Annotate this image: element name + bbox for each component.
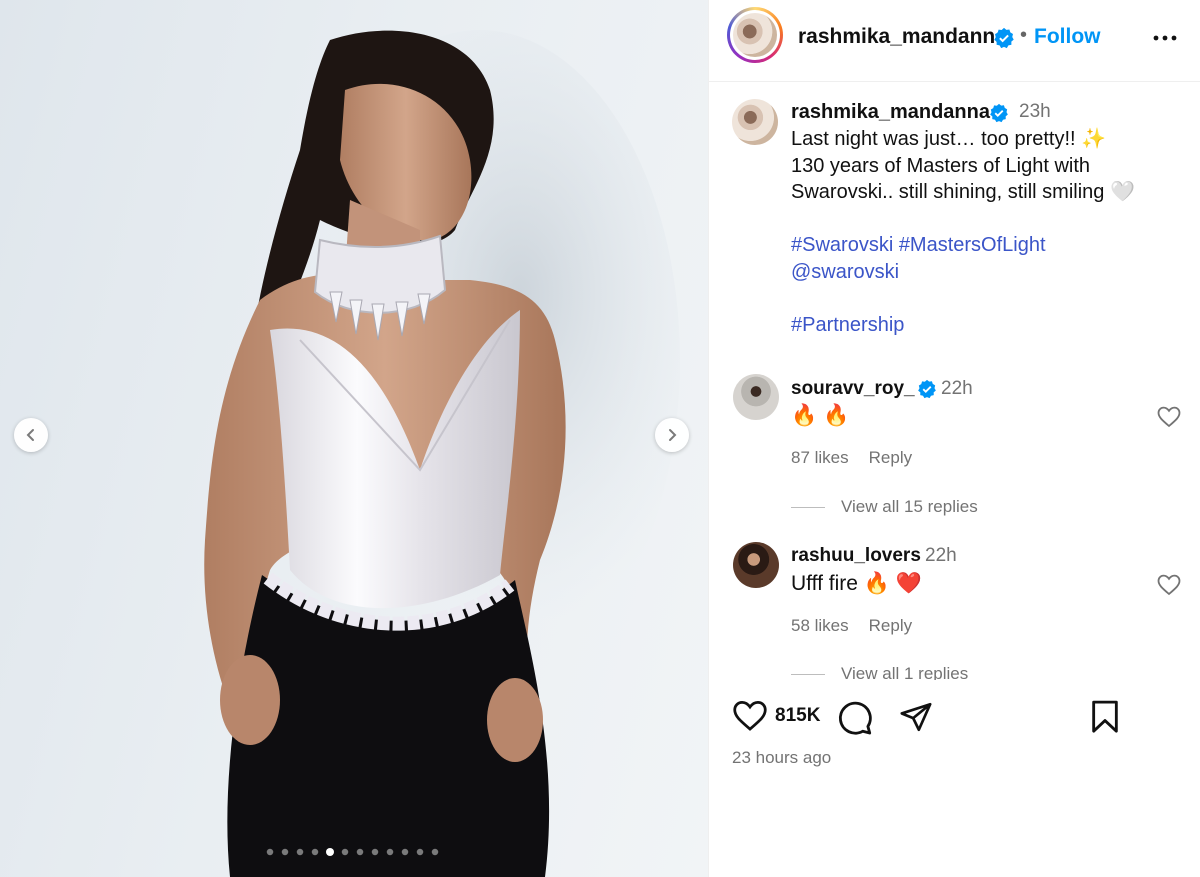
view-replies-label: View all 15 replies — [841, 497, 978, 516]
comment-meta: 58 likes Reply — [791, 616, 912, 636]
bookmark-icon[interactable] — [1090, 700, 1120, 734]
carousel-dot — [371, 848, 379, 856]
chevron-left-icon — [26, 429, 34, 441]
author-avatar[interactable] — [733, 13, 777, 57]
carousel-dot — [281, 848, 289, 856]
caption-avatar[interactable] — [732, 99, 778, 145]
caption-line: Swarovski.. still shining, still smiling… — [791, 181, 1135, 203]
comment-likes[interactable]: 87 likes — [791, 448, 849, 467]
reply-button[interactable]: Reply — [869, 616, 912, 635]
carousel-dot — [341, 848, 349, 856]
post-timestamp: 23 hours ago — [732, 748, 832, 767]
post-media[interactable] — [0, 0, 708, 877]
caption-timestamp: 23h — [1019, 101, 1051, 122]
carousel-dot — [431, 848, 439, 856]
caption-username[interactable]: rashmika_mandanna — [791, 101, 990, 124]
carousel-dot — [416, 848, 424, 856]
comment-like-icon[interactable] — [1157, 574, 1181, 596]
view-replies-button[interactable]: View all 15 replies — [791, 497, 978, 517]
commenter-avatar[interactable] — [733, 542, 779, 588]
comment-likes[interactable]: 58 likes — [791, 616, 849, 635]
author-username[interactable]: rashmika_mandanna — [798, 25, 1007, 49]
carousel-indicator — [265, 847, 440, 857]
verified-badge-icon — [918, 379, 936, 399]
carousel-dot — [296, 848, 304, 856]
comment-timestamp: 22h — [941, 378, 973, 399]
commenter-avatar[interactable] — [733, 374, 779, 420]
verified-badge-icon — [990, 103, 1008, 123]
comment-meta: 87 likes Reply — [791, 448, 912, 468]
post-panel: rashmika_mandanna • Follow rashmika_mand… — [708, 0, 1200, 877]
follow-button[interactable]: Follow — [1034, 25, 1101, 49]
chevron-right-icon — [669, 429, 677, 441]
comment-like-icon[interactable] — [1157, 406, 1181, 428]
carousel-dot — [311, 848, 319, 856]
post-caption: Last night was just… too pretty!! ✨ 130 … — [791, 126, 1171, 338]
share-icon[interactable] — [898, 700, 934, 734]
action-bar: 815K — [709, 696, 1199, 746]
carousel-dot — [266, 848, 274, 856]
post-photo — [204, 30, 680, 877]
carousel-dot — [401, 848, 409, 856]
reply-button[interactable]: Reply — [869, 448, 912, 467]
post-header: rashmika_mandanna • Follow — [709, 0, 1200, 82]
comment-text: Ufff fire 🔥 ❤️ — [791, 572, 922, 595]
likes-count[interactable]: 815K — [775, 705, 820, 727]
mention-link[interactable]: @swarovski — [791, 259, 1171, 286]
caption-line: Last night was just… too pretty!! ✨ — [791, 128, 1107, 150]
verified-badge-icon — [994, 27, 1014, 49]
comments-clip — [709, 680, 1199, 688]
carousel-dot — [356, 848, 364, 856]
caption-line: 130 years of Masters of Light with — [791, 154, 1091, 177]
carousel-dot — [326, 848, 334, 856]
carousel-next-button[interactable] — [655, 418, 689, 452]
comment-username[interactable]: souravv_roy_ — [791, 378, 915, 400]
story-ring[interactable] — [727, 7, 783, 63]
comment-icon[interactable] — [837, 700, 873, 736]
more-options-icon[interactable] — [1150, 26, 1180, 50]
comment-timestamp: 22h — [925, 545, 957, 566]
comment-username[interactable]: rashuu_lovers — [791, 545, 921, 567]
comment-text: 🔥 🔥 — [791, 404, 850, 427]
carousel-prev-button[interactable] — [14, 418, 48, 452]
heart-icon[interactable] — [732, 700, 768, 732]
header-separator: • — [1020, 24, 1028, 46]
carousel-dot — [386, 848, 394, 856]
hashtag-link[interactable]: #Partnership — [791, 312, 1171, 339]
hashtag-links[interactable]: #Swarovski #MastersOfLight — [791, 232, 1171, 259]
